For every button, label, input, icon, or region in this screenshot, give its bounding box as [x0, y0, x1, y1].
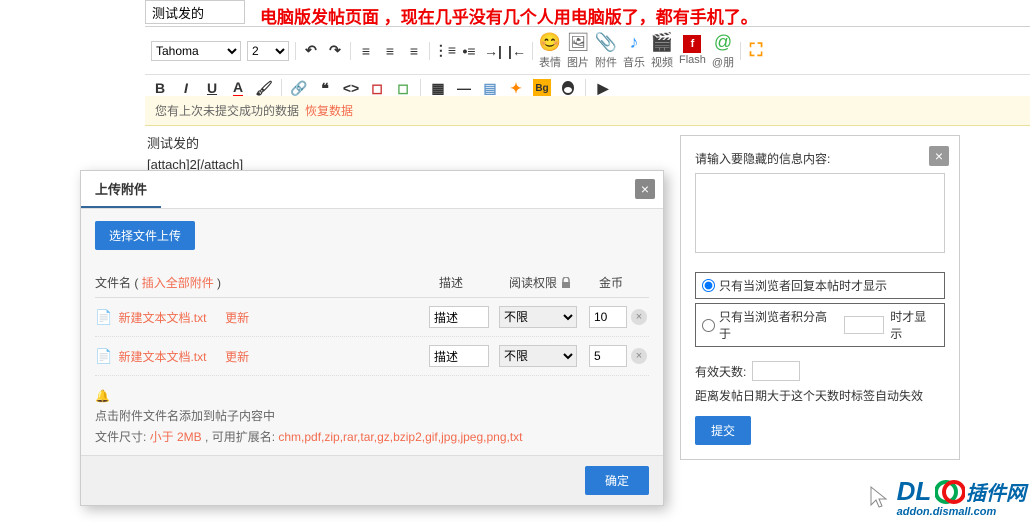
- hide-mode-reply-radio[interactable]: [702, 279, 715, 292]
- bg-color-icon[interactable]: 🖌: [255, 79, 273, 97]
- restore-data-link[interactable]: 恢复数据: [305, 102, 353, 119]
- code-icon[interactable]: <>: [342, 79, 360, 97]
- outdent-icon[interactable]: |←: [508, 42, 526, 60]
- delete-attachment-icon[interactable]: ×: [631, 348, 647, 364]
- hide-mode-score-radio[interactable]: [702, 319, 715, 332]
- hide-icon[interactable]: ◻: [368, 79, 386, 97]
- valid-days-input[interactable]: [752, 361, 800, 381]
- hide-content-textarea[interactable]: [695, 173, 945, 253]
- play-icon[interactable]: ▶: [594, 79, 612, 97]
- attachment-filename-link[interactable]: 新建文本文档.txt: [118, 348, 206, 365]
- attachment-perm-select[interactable]: 不限: [499, 306, 577, 328]
- page-icon[interactable]: ▤: [481, 79, 499, 97]
- annotation-top: 电脑版发帖页面 ，现在几乎没有几个人用电脑版了，都有手机了。: [260, 3, 758, 28]
- attachment-desc-input[interactable]: [429, 306, 489, 328]
- quote-icon[interactable]: ❝: [316, 79, 334, 97]
- lock-icon: [560, 277, 572, 289]
- hide-content-panel: × 请输入要隐藏的信息内容: 只有当浏览者回复本帖时才显示 只有当浏览者积分高于…: [680, 135, 960, 460]
- attachment-row: 📄 新建文本文档.txt 更新 不限 ×: [95, 298, 649, 337]
- align-left-icon[interactable]: ≡: [357, 42, 375, 60]
- indent-icon[interactable]: →|: [484, 42, 502, 60]
- attachment-gold-input[interactable]: [589, 345, 627, 367]
- attachment-desc-input[interactable]: [429, 345, 489, 367]
- attachment-gold-input[interactable]: [589, 306, 627, 328]
- submit-button[interactable]: 提交: [695, 416, 751, 445]
- select-file-button[interactable]: 选择文件上传: [95, 221, 195, 250]
- watermark: DL 插件网 addon.dismall.com: [867, 476, 1026, 518]
- valid-days-tip: 距离发帖日期大于这个天数时标签自动失效: [695, 387, 945, 404]
- attachment-tips: 🔔 点击附件文件名添加到帖子内容中 文件尺寸: 小于 2MB , 可用扩展名: …: [95, 386, 649, 447]
- image-button[interactable]: 🖼图片: [567, 31, 589, 70]
- insert-all-link[interactable]: 插入全部附件: [142, 276, 214, 290]
- confirm-button[interactable]: 确定: [585, 466, 649, 495]
- file-icon: 📄: [95, 309, 112, 326]
- upload-attachment-dialog: 上传附件 × 选择文件上传 文件名 ( 插入全部附件 ) 描述 阅读权限 金币 …: [80, 170, 664, 506]
- font-family-select[interactable]: Tahoma: [151, 41, 241, 61]
- hide-mode-score-row[interactable]: 只有当浏览者积分高于 时才显示: [695, 303, 945, 347]
- file-icon: 📄: [95, 348, 112, 365]
- bg-icon[interactable]: Bg: [533, 79, 551, 97]
- logo-icon: [935, 478, 965, 506]
- clear-icon[interactable]: ✦: [507, 79, 525, 97]
- fullscreen-icon[interactable]: ⛶: [747, 42, 765, 60]
- bold-icon[interactable]: B: [151, 79, 169, 97]
- list-ul-icon[interactable]: •≡: [460, 42, 478, 60]
- emoji-button[interactable]: 😊表情: [539, 31, 561, 70]
- italic-icon[interactable]: I: [177, 79, 195, 97]
- valid-days-label: 有效天数:: [695, 363, 746, 380]
- font-color-icon[interactable]: A: [229, 79, 247, 97]
- hr-icon[interactable]: —: [455, 79, 473, 97]
- flash-button[interactable]: fFlash: [679, 35, 706, 66]
- undo-icon[interactable]: ↶: [302, 42, 320, 60]
- align-center-icon[interactable]: ≡: [381, 42, 399, 60]
- music-button[interactable]: ♪音乐: [623, 31, 645, 70]
- hide-score-input[interactable]: [844, 316, 884, 334]
- cursor-icon: [867, 485, 891, 509]
- attachment-table-header: 文件名 ( 插入全部附件 ) 描述 阅读权限 金币: [95, 268, 649, 298]
- table-icon[interactable]: ▦: [429, 79, 447, 97]
- post-title-input[interactable]: [145, 0, 245, 24]
- qq-icon[interactable]: [559, 79, 577, 97]
- hide-mode-reply-row[interactable]: 只有当浏览者回复本帖时才显示: [695, 272, 945, 299]
- hide-label: 请输入要隐藏的信息内容:: [695, 150, 945, 167]
- attachment-perm-select[interactable]: 不限: [499, 345, 577, 367]
- close-icon[interactable]: ×: [929, 146, 949, 166]
- close-icon[interactable]: ×: [635, 179, 655, 199]
- align-right-icon[interactable]: ≡: [405, 42, 423, 60]
- video-button[interactable]: 🎬视频: [651, 31, 673, 70]
- attachment-update-link[interactable]: 更新: [225, 309, 249, 326]
- font-size-select[interactable]: 2: [247, 41, 289, 61]
- dialog-tab-upload[interactable]: 上传附件: [81, 171, 161, 208]
- attachment-filename-link[interactable]: 新建文本文档.txt: [118, 309, 206, 326]
- editor-toolbar: Tahoma 2 ↶ ↷ ≡ ≡ ≡ ⋮≡ •≡ →| |← 😊表情 🖼图片 📎…: [145, 26, 1030, 102]
- free-icon[interactable]: ◻: [394, 79, 412, 97]
- delete-attachment-icon[interactable]: ×: [631, 309, 647, 325]
- attachment-row: 📄 新建文本文档.txt 更新 不限 ×: [95, 337, 649, 376]
- link-icon[interactable]: 🔗: [290, 79, 308, 97]
- list-ol-icon[interactable]: ⋮≡: [436, 42, 454, 60]
- pending-data-bar: 您有上次未提交成功的数据 恢复数据: [145, 96, 1030, 126]
- redo-icon[interactable]: ↷: [326, 42, 344, 60]
- bell-icon: 🔔: [95, 389, 110, 403]
- attach-button[interactable]: 📎附件: [595, 31, 617, 70]
- attachment-update-link[interactable]: 更新: [225, 348, 249, 365]
- at-button[interactable]: @@朋: [712, 31, 734, 70]
- underline-icon[interactable]: U: [203, 79, 221, 97]
